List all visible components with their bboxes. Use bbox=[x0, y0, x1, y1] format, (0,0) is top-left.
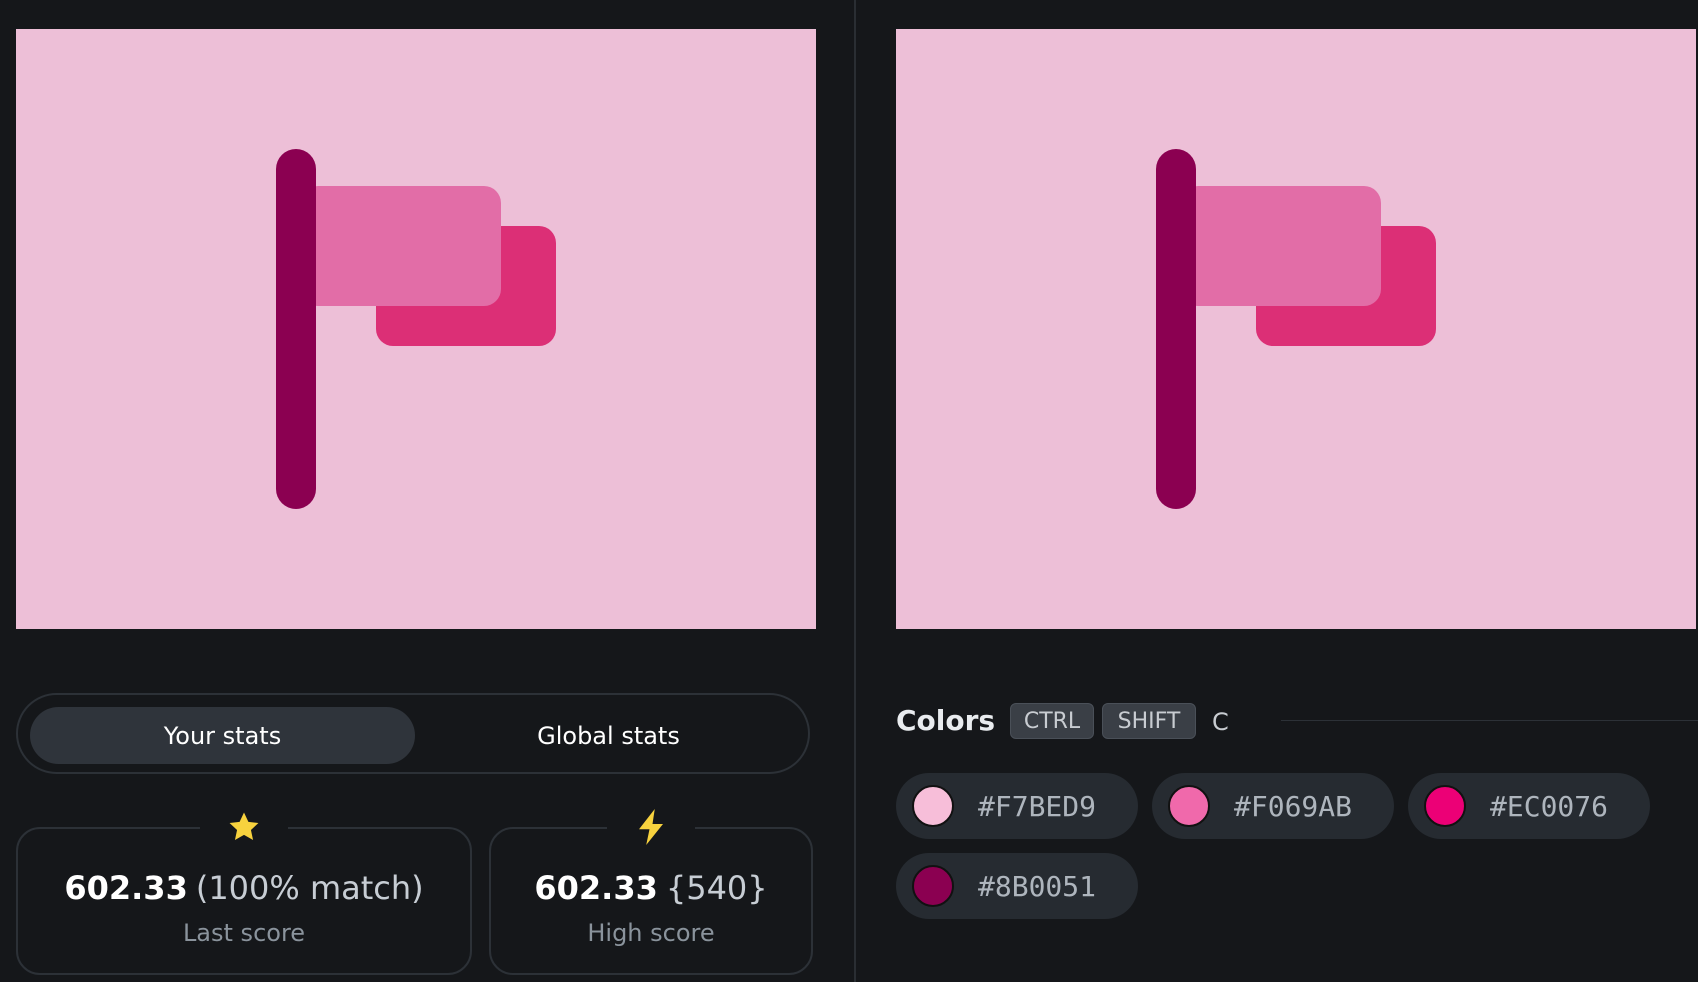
color-swatch bbox=[912, 785, 954, 827]
lightning-icon bbox=[607, 807, 695, 847]
colors-header: Colors CTRL SHIFT C bbox=[896, 700, 1698, 742]
star-icon bbox=[200, 807, 288, 847]
color-hex: #F7BED9 bbox=[978, 790, 1097, 823]
color-hex: #8B0051 bbox=[978, 870, 1097, 903]
high-score-number: 602.33 bbox=[534, 869, 658, 907]
stats-toggle: Your stats Global stats bbox=[16, 693, 810, 774]
last-score-label: Last score bbox=[182, 919, 306, 947]
high-score-value: 602.33 {540} bbox=[491, 869, 811, 907]
kbd-c: C bbox=[1212, 708, 1229, 736]
color-hex: #F069AB bbox=[1234, 790, 1353, 823]
output-canvas bbox=[16, 29, 816, 629]
flag-pole-shape bbox=[276, 149, 316, 509]
panel-divider bbox=[854, 0, 856, 982]
colors-title: Colors bbox=[896, 704, 996, 737]
color-hex: #EC0076 bbox=[1490, 790, 1609, 823]
tab-global-stats[interactable]: Global stats bbox=[416, 707, 801, 764]
flag-pole-shape bbox=[1156, 149, 1196, 509]
color-chip[interactable]: #EC0076 bbox=[1408, 773, 1650, 839]
kbd-shift: SHIFT bbox=[1102, 703, 1196, 739]
color-swatch bbox=[1424, 785, 1466, 827]
target-canvas bbox=[896, 29, 1696, 629]
high-score-label: High score bbox=[587, 919, 715, 947]
last-score-number: 602.33 bbox=[64, 869, 188, 907]
color-swatch bbox=[1168, 785, 1210, 827]
last-score-card: 602.33 (100% match) Last score bbox=[16, 807, 472, 975]
tab-your-stats[interactable]: Your stats bbox=[30, 707, 415, 764]
high-score-extra: {540} bbox=[665, 869, 768, 907]
last-score-value: 602.33 (100% match) bbox=[18, 869, 470, 907]
color-chip[interactable]: #F7BED9 bbox=[896, 773, 1138, 839]
flag-drawing bbox=[1156, 149, 1436, 509]
high-score-card: 602.33 {540} High score bbox=[489, 807, 813, 975]
color-chip[interactable]: #F069AB bbox=[1152, 773, 1394, 839]
flag-drawing bbox=[276, 149, 556, 509]
color-chip[interactable]: #8B0051 bbox=[896, 853, 1138, 919]
color-swatch bbox=[912, 865, 954, 907]
flag-front-shape bbox=[1181, 186, 1381, 306]
kbd-ctrl: CTRL bbox=[1010, 703, 1094, 739]
header-divider bbox=[1281, 720, 1698, 721]
flag-front-shape bbox=[301, 186, 501, 306]
last-score-match: (100% match) bbox=[195, 869, 424, 907]
